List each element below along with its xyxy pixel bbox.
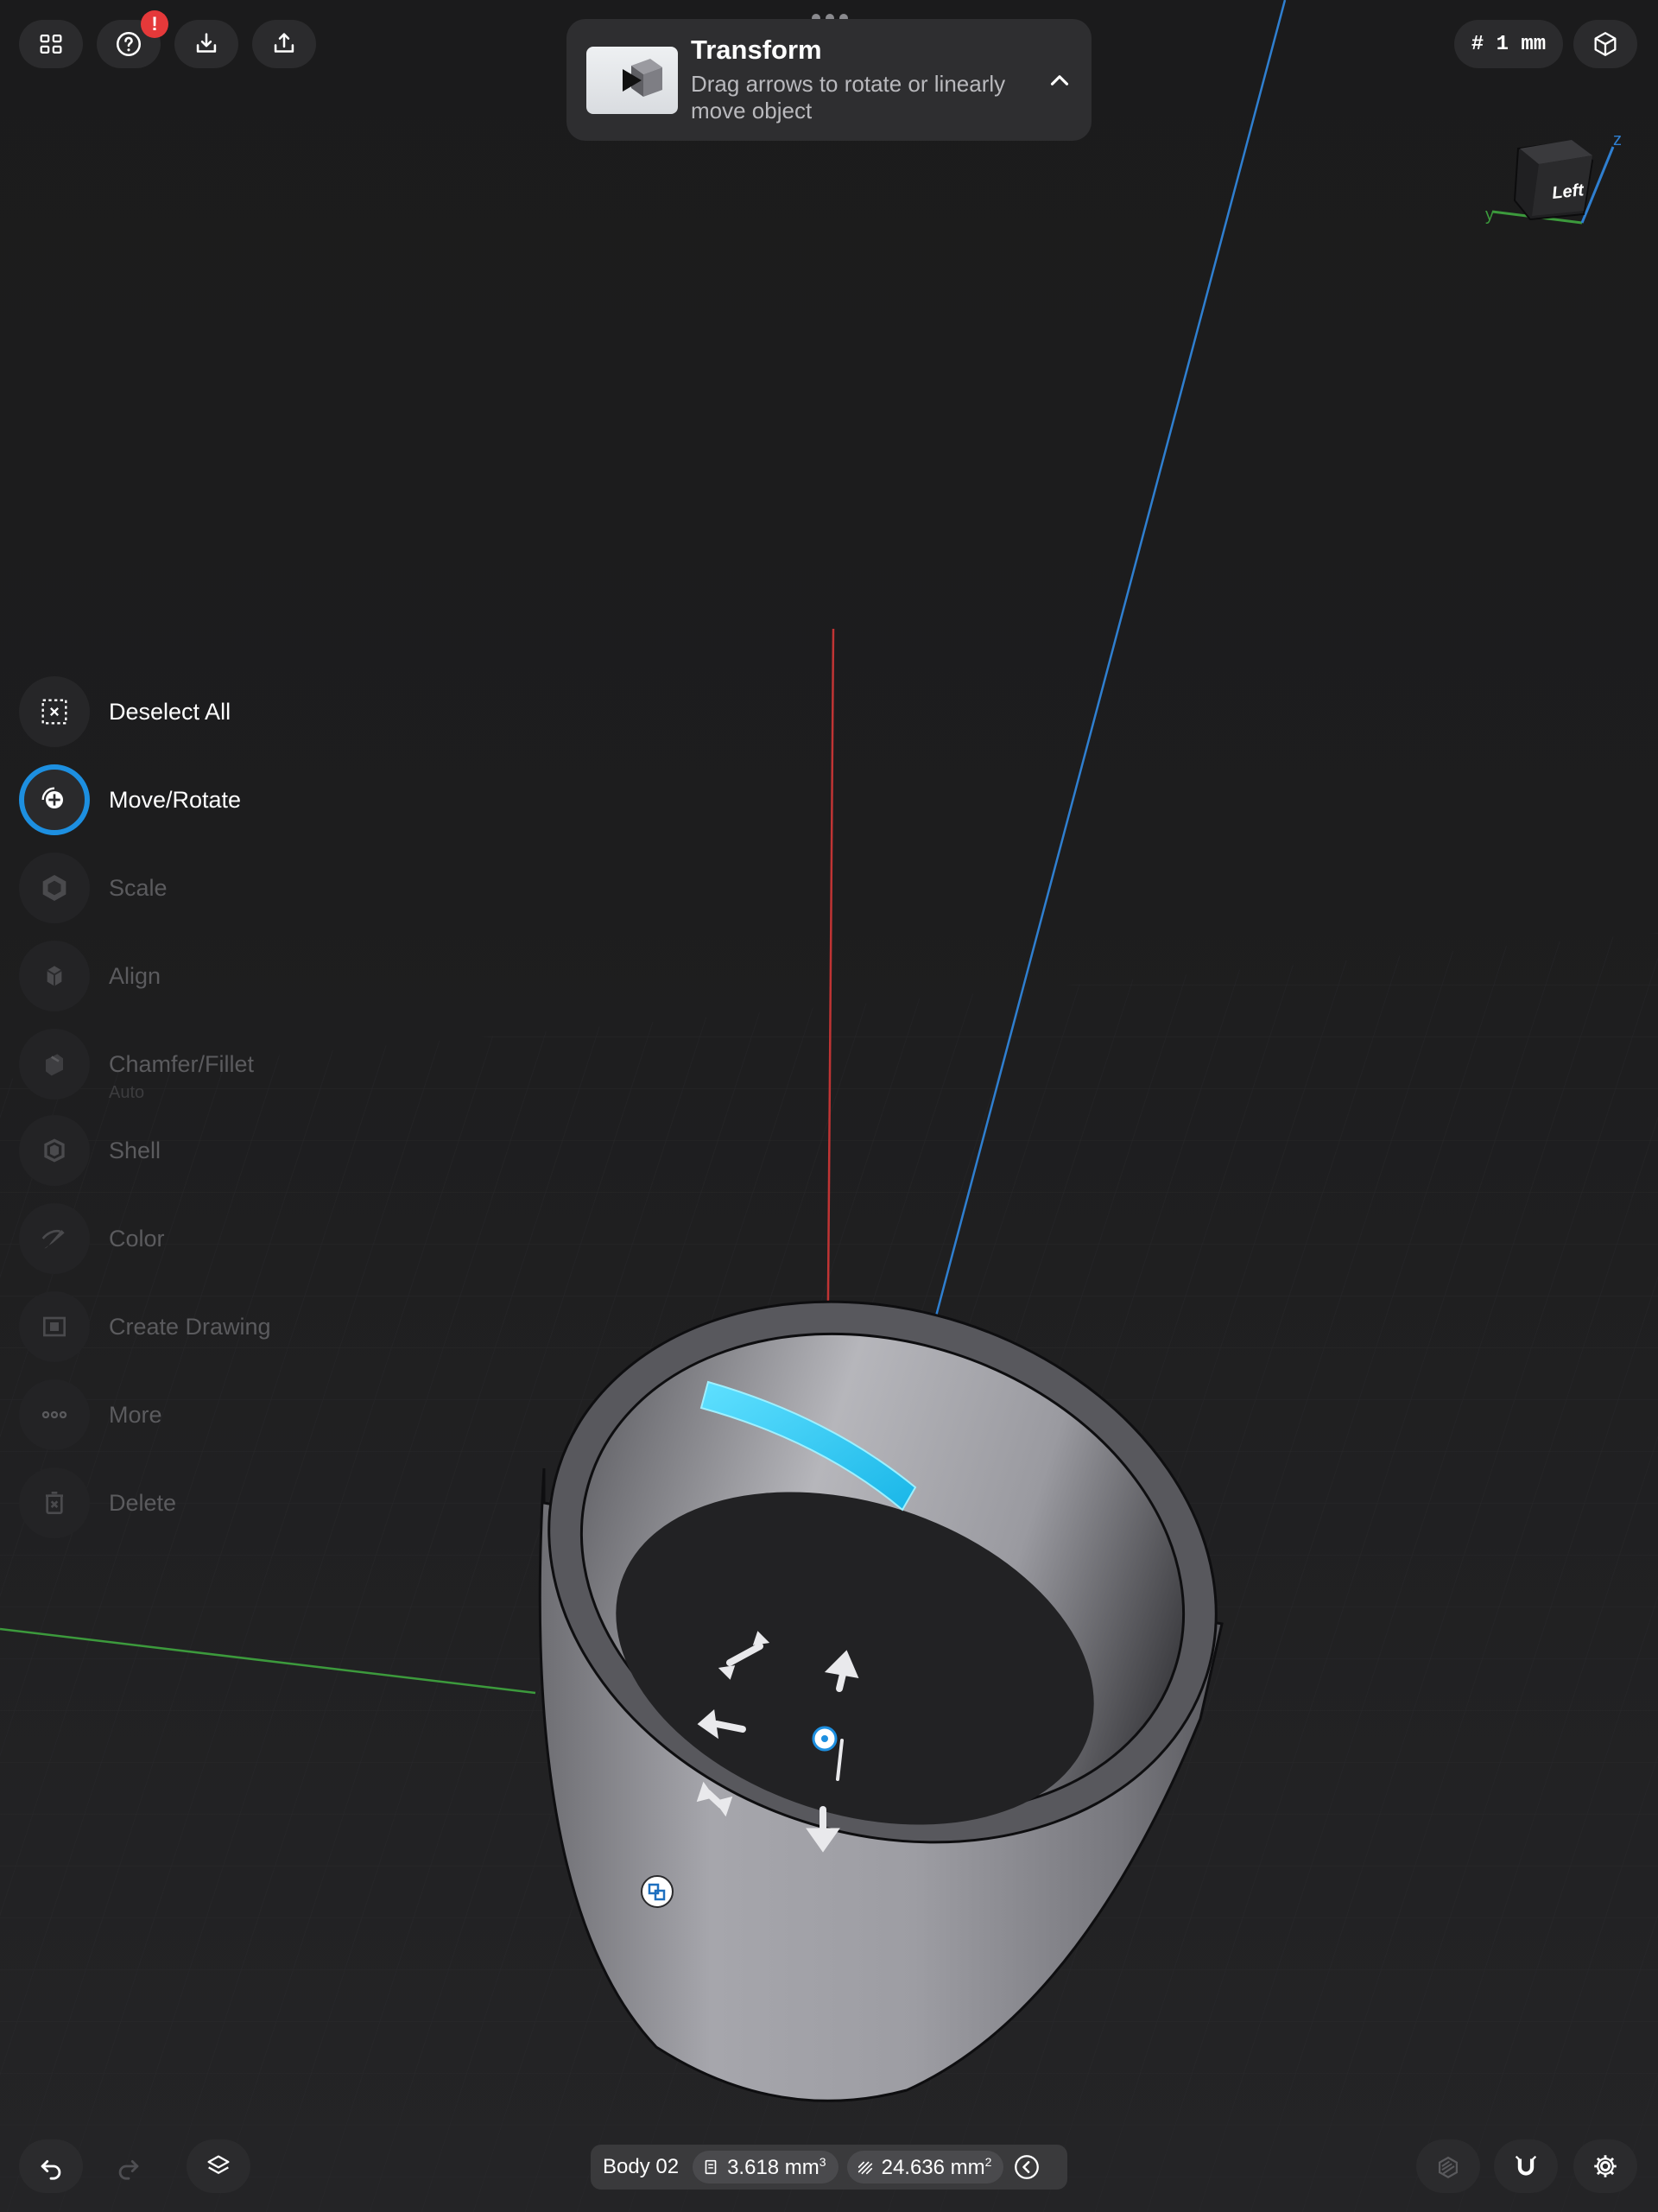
tool-scale[interactable]: Scale [19,852,168,924]
tool-align[interactable]: Align [19,940,161,1012]
trash-icon [46,1492,63,1514]
section-hatch-icon [1438,2156,1459,2179]
tool-label: Deselect All [109,698,231,725]
volume-metric: 3.618 mm3 [693,2151,838,2183]
transform-video-thumbnail[interactable] [586,47,678,114]
tool-shell[interactable]: Shell [19,1114,161,1187]
tool-sublabel: Auto [109,1083,145,1102]
view-mode-button[interactable] [1573,20,1637,68]
volume-icon [705,2159,717,2175]
tool-color[interactable]: Color [19,1202,165,1275]
tool-label: Color [109,1225,165,1252]
tool-label: More [109,1401,162,1428]
move-rotate-icon [41,787,63,808]
area-hatch-icon [857,2161,872,2175]
magnet-icon [1515,2155,1537,2176]
view-cube-face-label: Left [1551,181,1585,203]
deselect-icon [41,699,67,725]
undo-button[interactable] [19,2139,83,2193]
upload-tray-icon [274,33,294,53]
tool-label: Create Drawing [109,1313,271,1340]
tool-label: Delete [109,1489,177,1516]
tool-label: Chamfer/Fillet [109,1050,255,1077]
redo-button[interactable] [97,2139,161,2193]
tool-label: Move/Rotate [109,786,242,813]
help-alert-badge: ! [141,10,168,38]
snap-button[interactable] [1494,2139,1558,2193]
help-icon [116,31,142,57]
tool-label: Scale [109,874,168,901]
chevron-up-icon[interactable] [1045,66,1074,95]
body-name[interactable]: Body 02 [603,2155,679,2179]
tool-create-drawing[interactable]: Create Drawing [19,1290,271,1363]
grid-menu-button[interactable] [19,20,83,68]
download-tray-icon [196,33,217,53]
chamfer-icon [46,1054,63,1076]
area-value: 24.636 mm [881,2155,985,2179]
drawing-sheet-icon [43,1316,66,1337]
export-button[interactable] [252,20,316,68]
tool-move-rotate[interactable]: Move/Rotate [19,764,241,836]
selection-status-bar: Body 02 3.618 mm3 24.636 mm2 [591,2145,1067,2190]
tool-label: Shell [109,1137,161,1163]
panel-subtitle: Drag arrows to rotate or linearly move o… [691,71,1006,124]
volume-exponent: 3 [819,2154,826,2169]
layers-icon [207,2155,230,2174]
view-cube-axis-z: z [1613,130,1622,149]
view-cube-axis-y: y [1485,206,1494,225]
viewport-3d[interactable]: Left y z [0,0,1658,2212]
grid-icon [40,34,62,54]
gear-icon [1594,2155,1617,2177]
area-exponent: 2 [984,2154,992,2169]
panel-title: Transform [691,35,822,65]
layers-button[interactable] [187,2139,250,2193]
transform-panel[interactable]: Transform Drag arrows to rotate or linea… [566,19,1092,141]
scale-hexagon-icon [42,875,66,901]
tool-chamfer-fillet[interactable]: Chamfer/Fillet Auto [19,1028,255,1102]
grid-units-button[interactable]: # 1 mm [1454,20,1563,68]
settings-button[interactable] [1573,2139,1637,2193]
cube-view-icon [1594,32,1617,56]
tool-deselect-all[interactable]: Deselect All [19,675,231,748]
redo-icon [118,2159,139,2180]
chevron-left-circle-icon[interactable] [1012,2152,1041,2182]
section-view-button[interactable] [1416,2139,1480,2193]
tool-more[interactable]: More [19,1379,162,1451]
tool-label: Align [109,962,161,989]
volume-value: 3.618 mm [727,2155,820,2179]
tool-delete[interactable]: Delete [19,1467,176,1539]
import-button[interactable] [174,20,238,68]
undo-icon [41,2159,61,2180]
align-icon [47,966,62,986]
more-dots-icon [41,1410,67,1419]
paint-brush-icon [41,1229,65,1249]
area-metric: 24.636 mm2 [846,2151,1004,2183]
shell-icon [44,1138,65,1163]
